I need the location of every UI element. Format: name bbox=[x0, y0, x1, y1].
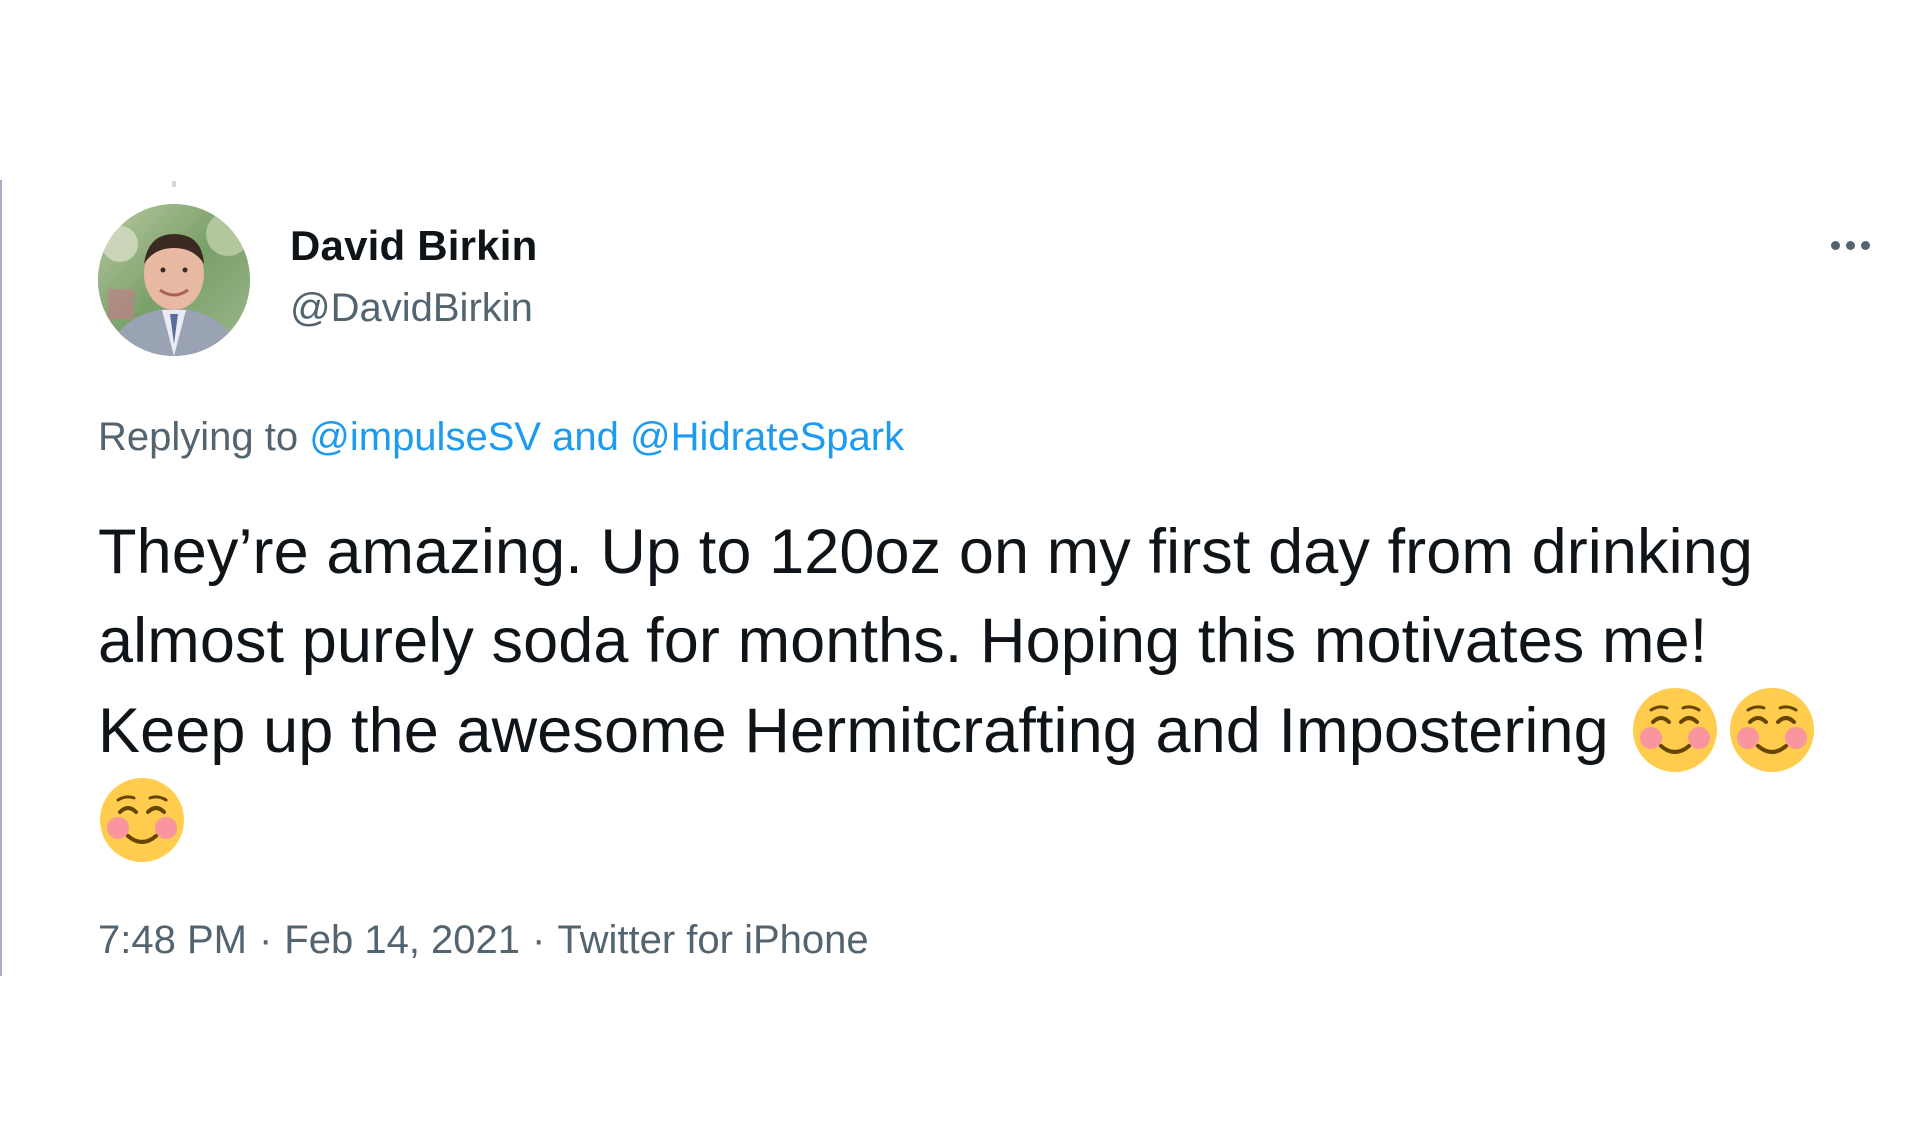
more-dot bbox=[1830, 240, 1840, 250]
tweet-source-link[interactable]: Twitter for iPhone bbox=[557, 918, 868, 962]
smiling-face-with-smiling-eyes-icon bbox=[1729, 688, 1814, 772]
tweet-date-link[interactable]: Feb 14, 2021 bbox=[284, 918, 520, 962]
more-dot bbox=[1860, 240, 1870, 250]
replying-to-joiner[interactable]: and bbox=[552, 415, 619, 459]
mention-hidratespark-link[interactable]: @HidrateSpark bbox=[630, 415, 904, 459]
mention-impulsesv-link[interactable]: @impulseSV bbox=[309, 415, 541, 459]
avatar[interactable] bbox=[98, 204, 250, 356]
tweet-time-link[interactable]: 7:48 PM bbox=[98, 918, 247, 962]
avatar-image bbox=[98, 204, 250, 356]
smiling-face-with-smiling-eyes-icon bbox=[100, 778, 184, 862]
smiling-face-with-smiling-eyes-icon bbox=[1632, 688, 1717, 772]
meta-separator: · bbox=[258, 918, 273, 962]
tweet-text: They’re amazing. Up to 120oz on my first… bbox=[98, 508, 1858, 866]
more-dot bbox=[1845, 240, 1855, 250]
replying-to-prefix: Replying to bbox=[98, 415, 299, 459]
author-name[interactable]: David Birkin bbox=[290, 222, 537, 270]
meta-separator: · bbox=[532, 918, 546, 962]
author-handle[interactable]: @DavidBirkin bbox=[290, 286, 533, 331]
more-options-icon[interactable] bbox=[1820, 220, 1880, 270]
replying-to-line: Replying to @impulseSV and @HidrateSpark bbox=[98, 415, 904, 460]
page: David Birkin @DavidBirkin Replying to @i… bbox=[0, 0, 1926, 1122]
tweet-text-content: They’re amazing. Up to 120oz on my first… bbox=[98, 517, 1753, 766]
tweet-card: David Birkin @DavidBirkin Replying to @i… bbox=[0, 0, 1926, 1122]
tweet-metadata: 7:48 PM · Feb 14, 2021 · Twitter for iPhone bbox=[98, 918, 869, 963]
